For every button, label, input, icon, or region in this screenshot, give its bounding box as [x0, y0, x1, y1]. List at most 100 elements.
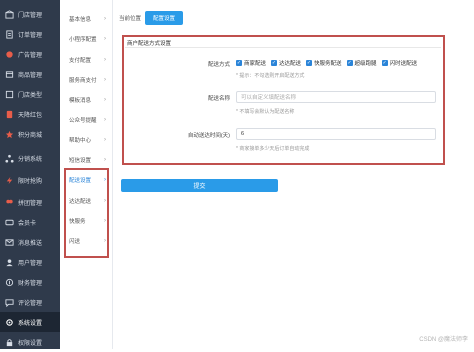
comment-icon — [4, 297, 14, 307]
submenu-item-miniprogram[interactable]: 小程序配置 › — [60, 30, 112, 48]
sidebar-item-ads[interactable]: 广告管理 — [0, 44, 60, 64]
check-icon: ✓ — [271, 60, 278, 66]
points-mall-icon — [4, 129, 14, 139]
submenu-item-label: 模板消息 — [69, 98, 92, 104]
group-buy-icon — [4, 197, 14, 207]
delivery-name-label: 配送名称 — [207, 96, 230, 102]
settings-icon — [4, 317, 14, 327]
store-type-icon — [4, 89, 14, 99]
checkbox-label: 超级跑腿 — [354, 61, 377, 67]
sidebar-item-label: 拼团管理 — [18, 200, 43, 207]
sidebar-item-label: 评论管理 — [18, 300, 43, 307]
sidebar-item-group-buy[interactable]: 拼团管理 — [0, 192, 60, 212]
sidebar-item-flash-sale[interactable]: 限时抢购 — [0, 170, 60, 190]
sidebar-item-label: 商品管理 — [18, 72, 43, 79]
order-icon — [4, 29, 14, 39]
checkbox-super-runner[interactable]: ✓ 超级跑腿 — [346, 59, 377, 67]
ad-icon — [4, 49, 14, 59]
sidebar-item-store-type[interactable]: 门店类型 — [0, 84, 60, 104]
checkbox-dada-delivery[interactable]: ✓ 达达配送 — [271, 59, 301, 67]
sidebar-item-system-settings[interactable]: 系统设置 — [0, 312, 60, 332]
submenu-item-basic-info[interactable]: 基本信息 › — [60, 10, 112, 28]
delivery-method-label: 配送方式 — [207, 62, 230, 68]
delivery-name-input[interactable]: 可以自定义填配送名称 — [236, 91, 436, 103]
checkbox-label: 闪时送配送 — [389, 61, 418, 67]
submenu-item-payment[interactable]: 支付配置 › — [60, 51, 112, 69]
sidebar-item-label: 消息推送 — [18, 240, 43, 247]
goods-icon — [4, 69, 14, 79]
check-icon: ✓ — [306, 60, 313, 66]
sidebar-item-points-mall[interactable]: 积分商城 — [0, 124, 60, 144]
checkbox-fast-service-delivery[interactable]: ✓ 快服务配送 — [306, 59, 342, 67]
sidebar-item-goods[interactable]: 商品管理 — [0, 64, 60, 84]
check-icon: ✓ — [381, 60, 388, 66]
submenu-item-label: 小程序配置 — [69, 37, 97, 43]
sidebar-item-label: 门店管理 — [18, 12, 43, 19]
highlight-box-submenu — [64, 168, 109, 258]
submenu-item-label: 服务商支付 — [69, 78, 97, 84]
submenu-item-label: 基本信息 — [69, 17, 92, 23]
sidebar-item-label: 限时抢购 — [18, 178, 43, 185]
submenu-item-sms[interactable]: 短信设置 › — [60, 151, 112, 169]
sidebar-item-label: 积分商城 — [18, 132, 43, 139]
sidebar-item-orders[interactable]: 订单管理 — [0, 24, 60, 44]
auto-delivery-time-input[interactable]: 6 — [236, 128, 436, 140]
checkbox-label: 快服务配送 — [314, 61, 342, 67]
watermark: CSDN @魔法师李 — [419, 337, 468, 343]
checkbox-merchant-delivery[interactable]: ✓ 商家配送 — [236, 59, 266, 67]
check-icon: ✓ — [346, 60, 353, 66]
chevron-right-icon: › — [104, 97, 106, 103]
sidebar-item-member-card[interactable]: 会员卡 — [0, 212, 60, 232]
member-card-icon — [4, 217, 14, 227]
sidebar-item-label: 财务管理 — [18, 280, 43, 287]
store-icon — [4, 9, 14, 19]
submenu-item-provider-payment[interactable]: 服务商支付 › — [60, 71, 112, 89]
sidebar-item-message[interactable]: 消息推送 — [0, 232, 60, 252]
submenu-item-help[interactable]: 帮助中心 › — [60, 131, 112, 149]
chevron-right-icon: › — [104, 117, 106, 123]
submenu-item-official-account[interactable]: 公众号提醒 › — [60, 111, 112, 129]
delivery-name-hint: * 不填写会默认为配送名称 — [236, 109, 295, 115]
check-icon: ✓ — [236, 60, 242, 66]
chevron-right-icon: › — [104, 137, 106, 143]
divider — [125, 47, 441, 48]
sidebar-item-label: 门店类型 — [18, 92, 43, 99]
user-icon — [4, 257, 14, 267]
sidebar-item-finance[interactable]: 财务管理 — [0, 272, 60, 292]
sidebar-item-users[interactable]: 用户管理 — [0, 252, 60, 272]
sidebar-item-store[interactable]: 门店管理 — [0, 4, 60, 24]
checkbox-flash-delivery[interactable]: ✓ 闪时送配送 — [381, 59, 418, 67]
sidebar-item-label: 分销系统 — [18, 156, 43, 163]
delivery-method-hint: * 提示：不勾选则开启配送方式 — [236, 73, 305, 79]
submenu-item-label: 支付配置 — [69, 58, 92, 64]
sidebar-item-label: 订单管理 — [18, 32, 43, 39]
main-sidebar: 门店管理 订单管理 广告管理 商品管理 门店类型 天降红包 积分商城 分销系统 … — [0, 0, 60, 349]
sidebar-item-label: 权限设置 — [18, 340, 43, 347]
red-packet-icon — [4, 109, 14, 119]
sidebar-item-red-packet[interactable]: 天降红包 — [0, 104, 60, 124]
breadcrumb: 当前位置 配置设置 — [113, 10, 474, 26]
chevron-right-icon: › — [104, 36, 106, 42]
chevron-right-icon: › — [104, 57, 106, 63]
auto-delivery-time-label: 自动送达时间(天) — [187, 133, 230, 139]
message-icon — [4, 237, 14, 247]
sidebar-item-label: 会员卡 — [18, 220, 37, 227]
delivery-method-checkboxes: ✓ 商家配送 ✓ 达达配送 ✓ 快服务配送 ✓ 超级跑腿 ✓ 闪时送配送 — [236, 59, 417, 67]
sidebar-item-label: 广告管理 — [18, 52, 43, 59]
flash-sale-icon — [4, 175, 14, 185]
sidebar-item-comments[interactable]: 评论管理 — [0, 292, 60, 312]
checkbox-label: 商家配送 — [244, 61, 267, 67]
submit-button[interactable]: 提交 — [121, 179, 278, 192]
checkbox-label: 达达配送 — [279, 61, 302, 67]
chevron-right-icon: › — [104, 157, 106, 163]
submenu-item-template-msg[interactable]: 模板消息 › — [60, 91, 112, 109]
chevron-right-icon: › — [104, 77, 106, 83]
config-settings-button[interactable]: 配置设置 — [145, 11, 183, 25]
finance-icon — [4, 277, 14, 287]
sidebar-item-label: 系统设置 — [18, 320, 43, 327]
chevron-right-icon: › — [104, 16, 106, 22]
sidebar-item-distribution[interactable]: 分销系统 — [0, 148, 60, 168]
submenu-item-label: 公众号提醒 — [69, 118, 97, 124]
submenu-item-label: 短信设置 — [69, 158, 92, 164]
sidebar-item-permissions[interactable]: 权限设置 — [0, 332, 60, 352]
